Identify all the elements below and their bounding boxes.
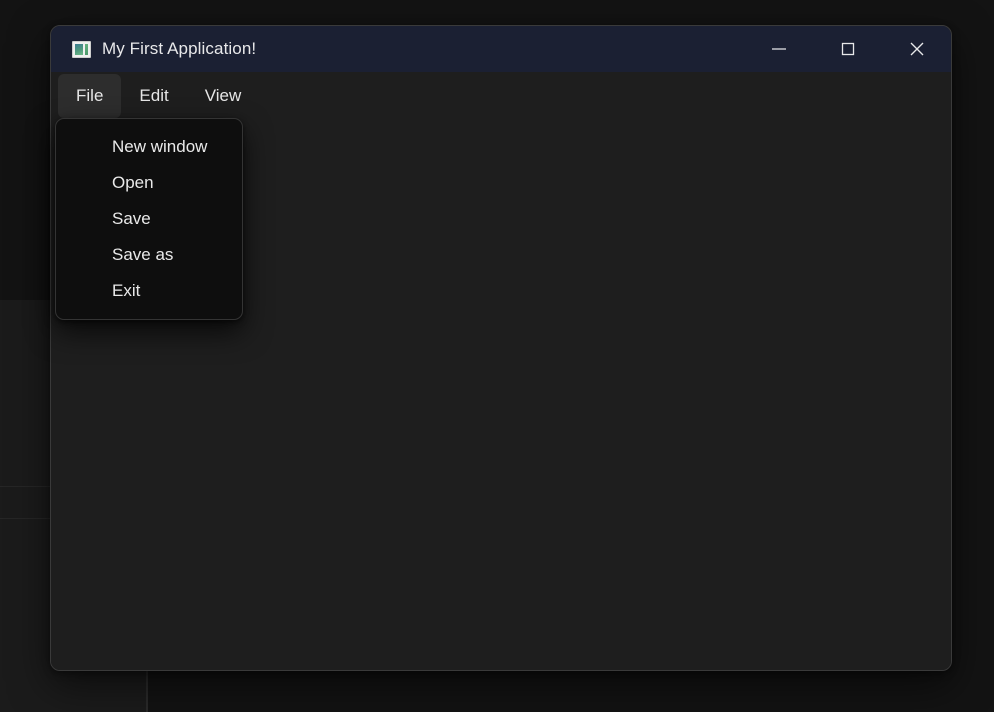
menu-bar: File Edit View — [51, 72, 951, 120]
menu-item-save[interactable]: Save — [56, 201, 242, 237]
menu-bar-item-label: View — [204, 86, 242, 105]
app-icon-panel-left — [75, 43, 83, 55]
menu-item-save-as[interactable]: Save as — [56, 237, 242, 273]
menu-bar-item-view[interactable]: View — [187, 74, 260, 118]
title-bar[interactable]: My First Application! — [51, 26, 951, 72]
menu-bar-item-label: File — [76, 86, 104, 105]
menu-item-new-window[interactable]: New window — [56, 129, 242, 165]
maximize-button[interactable] — [813, 26, 882, 72]
minimize-button[interactable] — [744, 26, 813, 72]
minimize-icon — [767, 37, 791, 61]
app-icon-panel-right — [84, 43, 88, 55]
menu-item-label: New window — [112, 137, 208, 156]
close-button[interactable] — [882, 26, 951, 72]
menu-item-label: Save — [112, 209, 151, 228]
application-window-icon — [72, 40, 91, 58]
menu-bar-item-label: Edit — [139, 86, 169, 105]
window-title: My First Application! — [102, 39, 257, 58]
menu-item-exit[interactable]: Exit — [56, 273, 242, 309]
window-controls — [744, 26, 951, 72]
maximize-icon — [836, 37, 860, 61]
menu-item-label: Open — [112, 173, 154, 192]
menu-item-label: Save as — [112, 245, 174, 264]
menu-item-label: Exit — [112, 281, 141, 300]
menu-bar-item-file[interactable]: File — [58, 74, 122, 118]
menu-bar-item-edit[interactable]: Edit — [121, 74, 186, 118]
file-dropdown-menu: New window Open Save Save as Exit — [55, 118, 243, 320]
menu-item-open[interactable]: Open — [56, 165, 242, 201]
close-icon — [905, 37, 929, 61]
